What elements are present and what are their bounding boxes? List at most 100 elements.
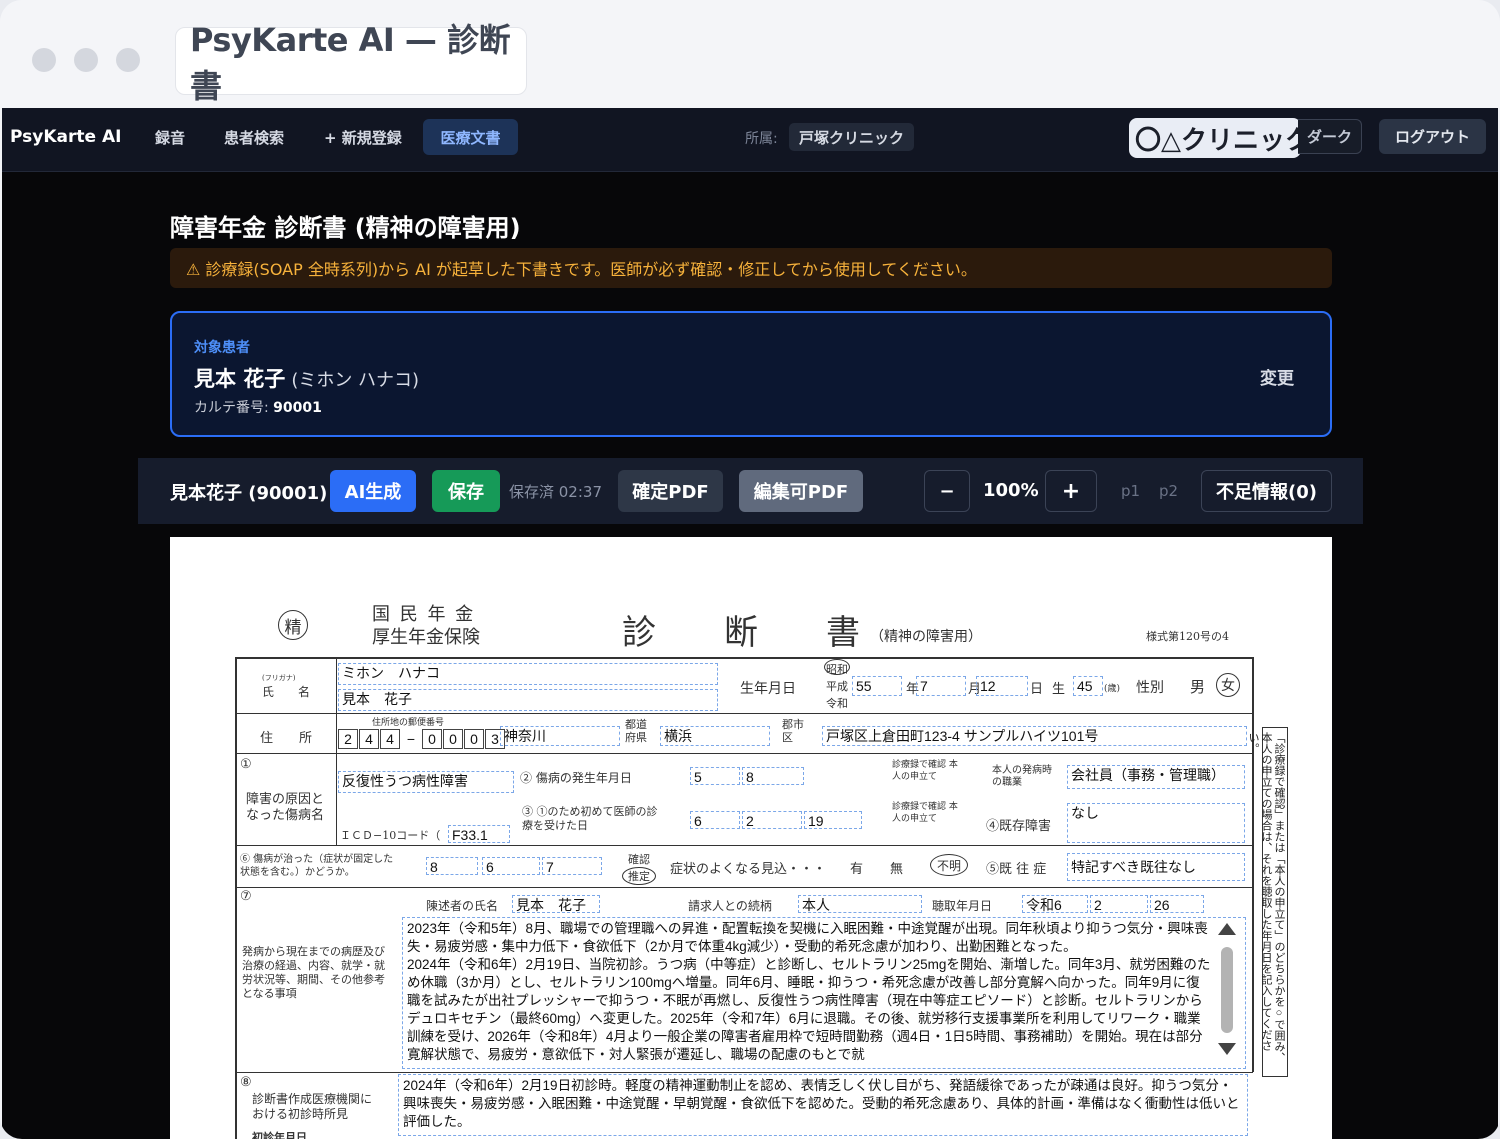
street-field[interactable]: 戸塚区上倉田町123-4 サンプルハイツ101号 [822,726,1247,746]
job-label: 本人の発病時の職業 [992,765,1052,788]
q2-year-field[interactable]: 5 [690,767,740,785]
page-1-link[interactable]: p1 [1121,482,1140,500]
icd-field[interactable]: F33.1 [448,825,510,843]
listen-month-field[interactable]: 2 [1090,895,1148,913]
q6-day-field[interactable]: 7 [542,857,602,875]
dob-day-field[interactable]: 12 [976,676,1028,696]
nav-new-register[interactable]: + 新規登録 [324,127,402,148]
logout-button[interactable]: ログアウト [1379,119,1486,154]
outlook-unknown-circled[interactable]: 不明 [930,854,968,876]
app-window: PsyKarte AI — 診断書 PsyKarte AI 録音 患者検索 + … [0,0,1500,1139]
dob-month-field[interactable]: 7 [916,676,966,696]
minimize-dot[interactable] [74,48,98,72]
rule [336,657,337,845]
patient-card-label: 対象患者 [194,340,250,356]
postal-digit[interactable]: 0 [443,729,463,749]
dark-mode-toggle[interactable]: ダーク [1298,119,1362,154]
listen-day-field[interactable]: 26 [1150,895,1204,913]
patient-card: 対象患者 見本 花子 (ミホン ハナコ) カルテ番号: 90001 変更 [170,311,1332,437]
karte-value: 90001 [273,400,322,416]
age-field[interactable]: 45 [1073,676,1103,696]
q3-year-field[interactable]: 6 [690,811,740,829]
sex-female-circled[interactable]: 女 [1216,673,1240,697]
relation-label: 請求人との続柄 [688,899,772,913]
saved-status: 保存済 02:37 [509,483,602,501]
karte-label: カルテ番号: [194,400,269,416]
missing-info-button[interactable]: 不足情報(0) [1201,470,1332,512]
document-toolbar: 見本花子 (90001) AI生成 保存 保存済 02:37 確定PDF 編集可… [138,458,1363,524]
dob-day-unit: 日 [1030,682,1044,697]
rule [1252,657,1254,1072]
q6-month-field[interactable]: 6 [482,857,540,875]
q7-label: 発病から現在までの病歴及び治療の経過、内容、就学・就労状況等、期間、その他参考と… [242,945,385,1000]
ai-generate-button[interactable]: AI生成 [330,470,416,512]
nav-patient-search[interactable]: 患者検索 [224,127,284,148]
q6-estimate-circled[interactable]: 推定 [622,867,656,885]
postal-digit[interactable]: 4 [380,729,400,749]
postal-label: 住所地の郵便番号 [372,718,445,728]
postal-digit[interactable]: 0 [422,729,442,749]
furigana-field[interactable]: ミホン ハナコ [338,663,718,685]
zoom-in-button[interactable]: + [1045,470,1097,512]
clinic-name-overlay: 〇△クリニック [1129,118,1301,158]
patient-name-text: 見本 花子 [194,367,286,391]
diagnosis-field[interactable]: 反復性うつ病性障害 [338,771,514,793]
dob-birth-unit: 生 [1052,682,1066,697]
page-2-link[interactable]: p2 [1159,482,1178,500]
scroll-up-icon[interactable] [1218,923,1236,935]
dob-year-field[interactable]: 55 [852,676,902,696]
q6-confirm[interactable]: 確認 [628,851,650,867]
initial-findings-textarea[interactable]: 2024年（令和6年）2月19日初診時。軽度の精神運動制止を認め、表情乏しく伏し… [398,1074,1248,1136]
postal-digit[interactable]: 0 [464,729,484,749]
save-button[interactable]: 保存 [432,470,500,512]
city-suffix: 郡市区 [782,718,804,744]
q3-source-note: 診療録で確認 本人の申立て [892,802,958,824]
maximize-dot[interactable] [116,48,140,72]
scroll-down-icon[interactable] [1218,1043,1236,1055]
postal-digit[interactable]: 4 [359,729,379,749]
rule [235,657,237,1139]
window-titlebar: PsyKarte AI — 診断書 [0,0,1500,108]
prefecture-suffix: 都道府県 [625,718,647,744]
job-field[interactable]: 会社員（事務・管理職） [1067,765,1245,789]
furigana-label: (フリガナ) [262,674,296,682]
listen-era-field[interactable]: 令和6 [1022,895,1088,913]
q5-field[interactable]: 特記すべき既往なし [1067,853,1245,881]
q2-source-note: 診療録で確認 本人の申立て [892,760,958,782]
q8-first-visit-label: 初診年月日 [252,1131,307,1139]
affiliation-select[interactable]: 戸塚クリニック [789,123,915,151]
postal-digit[interactable]: 2 [338,729,358,749]
name-label: 氏 名 [262,685,311,699]
nav-record[interactable]: 録音 [155,127,185,148]
prefecture-field[interactable]: 神奈川 [500,726,620,746]
final-pdf-button[interactable]: 確定PDF [618,470,723,512]
q8-number: ⑧ [240,1075,252,1090]
q3-day-field[interactable]: 19 [804,811,862,829]
era-heisei: 平成 [826,681,848,693]
outlook-no[interactable]: 無 [890,858,903,877]
q4-field[interactable]: なし [1067,803,1245,843]
editable-pdf-button[interactable]: 編集可PDF [739,470,863,512]
history-scrollbar[interactable] [1221,947,1233,1033]
zoom-out-button[interactable]: − [924,470,970,512]
q3-month-field[interactable]: 2 [742,811,802,829]
history-textarea[interactable]: 2023年（令和5年）8月、職場での管理職への昇進・配置転換を契機に入眠困難・中… [402,917,1246,1069]
relation-field[interactable]: 本人 [798,895,922,913]
change-patient-button[interactable]: 変更 [1260,364,1294,389]
q6-year-field[interactable]: 8 [426,857,478,875]
name-field[interactable]: 見本 花子 [338,689,718,711]
rule [235,657,1253,659]
q2-month-field[interactable]: 8 [742,767,804,785]
window-tab[interactable]: PsyKarte AI — 診断書 [175,21,527,105]
sex-male[interactable]: 男 [1190,676,1205,697]
close-dot[interactable] [32,48,56,72]
narrator-field[interactable]: 見本 花子 [512,895,600,913]
affiliation-label: 所属: [745,131,778,147]
nav-medical-documents[interactable]: 医療文書 [423,119,518,155]
outlook-label: 症状のよくなる見込・・・ [670,862,827,877]
city-field[interactable]: 横浜 [660,726,770,746]
brand-logo[interactable]: PsyKarte AI [10,127,121,147]
ai-draft-warning: ⚠ 診療録(SOAP 全時系列)から AI が起草した下書きです。医師が必ず確認… [170,248,1332,288]
outlook-yes[interactable]: 有 [850,858,863,877]
q1-label: 障害の原因となった傷病名 [246,792,325,823]
